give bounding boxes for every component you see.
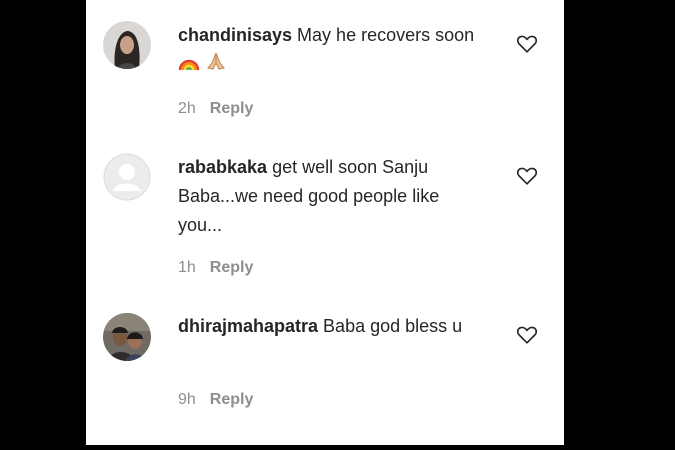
reply-button[interactable]: Reply <box>210 100 254 117</box>
comment-body: May he recovers soon <box>297 25 475 45</box>
avatar[interactable] <box>103 313 151 361</box>
comment-time: 1h <box>178 259 196 276</box>
like-heart-icon[interactable] <box>516 33 538 55</box>
user-photo-icon <box>103 21 151 69</box>
comment-text: rababkaka get well soon Sanju Baba...we n… <box>178 153 468 240</box>
user-photo-icon <box>103 313 151 361</box>
comment-username[interactable]: chandinisays <box>178 25 292 45</box>
avatar[interactable] <box>103 21 151 69</box>
rainbow-emoji-icon <box>178 51 200 80</box>
avatar[interactable] <box>103 153 151 201</box>
comment-meta: 2h Reply <box>178 100 253 118</box>
comment-text: dhirajmahapatra Baba god bless u <box>178 312 478 341</box>
folded-hands-emoji-icon <box>205 51 227 80</box>
comment-username[interactable]: dhirajmahapatra <box>178 316 318 336</box>
reply-button[interactable]: Reply <box>210 259 254 276</box>
comment-meta: 1h Reply <box>178 259 253 277</box>
default-avatar-icon <box>103 153 151 201</box>
like-heart-icon[interactable] <box>516 165 538 187</box>
comments-panel: chandinisays May he recovers soon 2h Reply <box>86 0 564 445</box>
comment-username[interactable]: rababkaka <box>178 157 267 177</box>
comment-meta: 9h Reply <box>178 391 253 409</box>
like-heart-icon[interactable] <box>516 324 538 346</box>
comment-time: 9h <box>178 391 196 408</box>
reply-button[interactable]: Reply <box>210 391 254 408</box>
comment-time: 2h <box>178 100 196 117</box>
comment-body: Baba god bless u <box>323 316 463 336</box>
comment-text: chandinisays May he recovers soon <box>178 21 478 80</box>
